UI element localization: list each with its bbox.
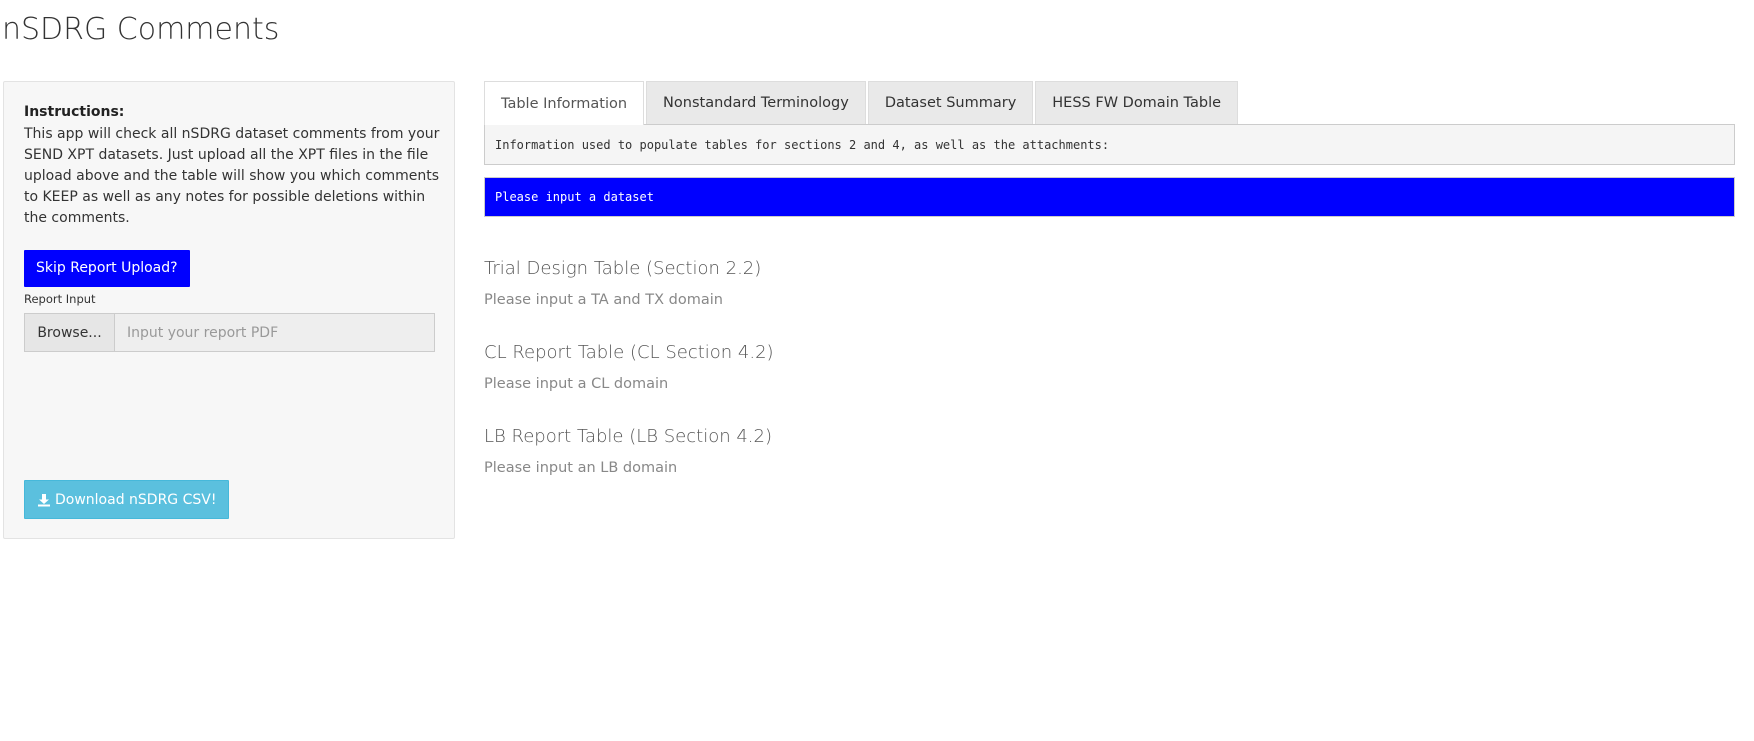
section-title-lb-report: LB Report Table (LB Section 4.2): [484, 426, 772, 447]
report-file-name-field[interactable]: [115, 314, 434, 351]
section-title-trial-design: Trial Design Table (Section 2.2): [484, 258, 762, 279]
page-title: nSDRG Comments: [2, 12, 280, 47]
section-note-lb-report: Please input an LB domain: [484, 460, 678, 476]
download-button-label: Download nSDRG CSV!: [55, 491, 217, 508]
sidebar-panel: Instructions: This app will check all nS…: [3, 81, 455, 539]
report-input-label: Report Input: [24, 292, 96, 306]
section-note-trial-design: Please input a TA and TX domain: [484, 292, 723, 308]
instructions-text: This app will check all nSDRG dataset co…: [24, 126, 440, 226]
report-file-input: Browse...: [24, 313, 435, 352]
tab-bar: Table Information Nonstandard Terminolog…: [484, 81, 1239, 125]
section-title-cl-report: CL Report Table (CL Section 4.2): [484, 342, 774, 363]
tab-hess-fw-domain-table[interactable]: HESS FW Domain Table: [1035, 81, 1239, 124]
instructions-heading: Instructions:: [24, 104, 125, 120]
skip-report-upload-button[interactable]: Skip Report Upload?: [24, 250, 190, 287]
info-output: Information used to populate tables for …: [484, 124, 1735, 165]
tab-table-information[interactable]: Table Information: [484, 81, 645, 125]
dataset-alert: Please input a dataset: [484, 177, 1735, 217]
tab-dataset-summary[interactable]: Dataset Summary: [867, 81, 1034, 124]
download-icon: [38, 493, 50, 506]
browse-button[interactable]: Browse...: [25, 314, 115, 351]
section-note-cl-report: Please input a CL domain: [484, 376, 669, 392]
tab-nonstandard-terminology[interactable]: Nonstandard Terminology: [646, 81, 866, 124]
download-csv-button[interactable]: Download nSDRG CSV!: [24, 480, 230, 519]
